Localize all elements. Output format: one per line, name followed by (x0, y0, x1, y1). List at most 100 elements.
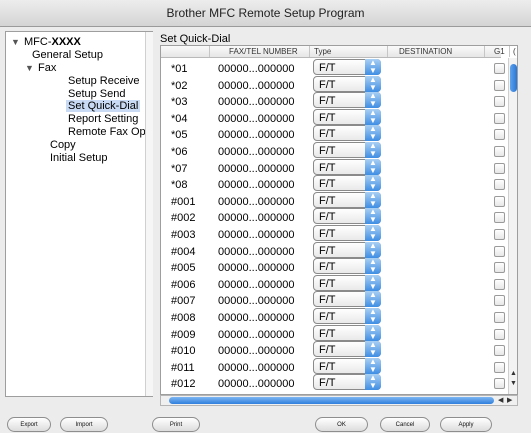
fax-number-cell[interactable]: 00000...000000 (218, 146, 294, 158)
fax-number-cell[interactable]: 00000...000000 (218, 212, 294, 224)
fax-number-cell[interactable]: 00000...000000 (218, 129, 294, 141)
tree-item-initial-setup[interactable]: Initial Setup (50, 152, 107, 164)
vertical-scrollbar[interactable]: ▲ ▼ (508, 58, 517, 394)
type-popup[interactable]: F/T ▲ ▼ (313, 191, 381, 208)
group1-checkbox[interactable] (494, 129, 505, 141)
type-popup[interactable]: F/T ▲ ▼ (313, 291, 381, 308)
scroll-down-arrow-icon[interactable]: ▼ (510, 380, 517, 387)
tree-item-set-quick-dial[interactable]: Set Quick-Dial (66, 100, 141, 112)
fax-number-cell[interactable]: 00000...000000 (218, 246, 294, 258)
group1-checkbox[interactable] (494, 229, 505, 240)
tree-item-fax[interactable]: Fax (38, 62, 56, 74)
column-header-g1[interactable]: G1 (494, 47, 505, 56)
fax-number-cell[interactable]: 00000...000000 (218, 113, 294, 125)
group1-checkbox[interactable] (494, 112, 505, 124)
fax-number-cell[interactable]: 00000...000000 (218, 229, 294, 241)
type-popup[interactable]: F/T ▲ ▼ (313, 374, 381, 391)
group1-checkbox[interactable] (494, 96, 505, 108)
group1-checkbox[interactable] (494, 245, 505, 257)
group1-checkbox[interactable] (494, 195, 505, 207)
type-popup[interactable]: F/T ▲ ▼ (313, 341, 381, 358)
fax-number-cell[interactable]: 00000...000000 (218, 295, 294, 307)
table-header: FAX/TEL NUMBER Type DESTINATION G1 ( (161, 46, 516, 58)
table-row: *04 00000...000000 F/T ▲ ▼ (161, 108, 506, 127)
column-header-type[interactable]: Type (314, 47, 331, 56)
scroll-right-arrow-icon[interactable]: ▶ (507, 396, 512, 404)
fax-number-cell[interactable]: 00000...000000 (218, 312, 294, 324)
group1-checkbox[interactable] (494, 262, 505, 274)
group1-checkbox[interactable] (494, 328, 505, 340)
type-popup[interactable]: F/T ▲ ▼ (313, 108, 381, 125)
type-popup[interactable]: F/T ▲ ▼ (313, 175, 381, 192)
type-popup[interactable]: F/T ▲ ▼ (313, 357, 381, 374)
scroll-thumb[interactable] (169, 397, 494, 404)
tree-item-setup-send[interactable]: Setup Send (68, 88, 126, 100)
fax-number-cell[interactable]: 00000...000000 (218, 262, 294, 274)
type-popup[interactable]: F/T ▲ ▼ (313, 75, 381, 92)
type-popup[interactable]: F/T ▲ ▼ (313, 308, 381, 324)
fax-number-cell[interactable]: 00000...000000 (218, 196, 294, 208)
group1-checkbox[interactable] (494, 378, 505, 390)
up-down-arrows-icon: ▲ ▼ (365, 175, 381, 192)
type-value: F/T (319, 78, 336, 91)
type-value: F/T (319, 111, 336, 124)
tree-item-general-setup[interactable]: General Setup (32, 49, 103, 61)
ok-button[interactable]: OK (315, 417, 368, 432)
type-popup[interactable]: F/T ▲ ▼ (313, 59, 381, 75)
type-value: F/T (319, 194, 336, 207)
tree-item-setup-receive[interactable]: Setup Receive (68, 75, 140, 87)
fax-number-cell[interactable]: 00000...000000 (218, 96, 294, 108)
disclosure-triangle-icon[interactable]: ▼ (11, 37, 20, 47)
column-header-number[interactable]: FAX/TEL NUMBER (229, 47, 298, 56)
import-button[interactable]: Import (60, 417, 108, 432)
type-popup[interactable]: F/T ▲ ▼ (313, 258, 381, 275)
export-button[interactable]: Export (7, 417, 51, 432)
group1-checkbox[interactable] (494, 79, 505, 91)
type-popup[interactable]: F/T ▲ ▼ (313, 142, 381, 158)
type-popup[interactable]: F/T ▲ ▼ (313, 158, 381, 175)
fax-number-cell[interactable]: 00000...000000 (218, 362, 294, 374)
scroll-left-arrow-icon[interactable]: ◀ (498, 396, 503, 404)
type-popup[interactable]: F/T ▲ ▼ (313, 208, 381, 225)
group1-checkbox[interactable] (494, 278, 505, 290)
type-popup[interactable]: F/T ▲ ▼ (313, 225, 381, 241)
group1-checkbox[interactable] (494, 63, 505, 74)
type-value: F/T (319, 145, 336, 157)
fax-number-cell[interactable]: 00000...000000 (218, 179, 294, 191)
type-popup[interactable]: F/T ▲ ▼ (313, 125, 381, 142)
tree-scrollbar[interactable] (145, 32, 153, 396)
group1-checkbox[interactable] (494, 361, 505, 373)
fax-number-cell[interactable]: 00000...000000 (218, 329, 294, 341)
tree-item-remote-fax-opt[interactable]: Remote Fax Opt (68, 126, 149, 138)
column-header-destination[interactable]: DESTINATION (399, 47, 452, 56)
group1-checkbox[interactable] (494, 146, 505, 157)
type-popup[interactable]: F/T ▲ ▼ (313, 92, 381, 109)
scroll-thumb[interactable] (510, 64, 517, 92)
group1-checkbox[interactable] (494, 345, 505, 357)
fax-number-cell[interactable]: 00000...000000 (218, 80, 294, 92)
cancel-button[interactable]: Cancel (380, 417, 430, 432)
group1-checkbox[interactable] (494, 295, 505, 307)
group1-checkbox[interactable] (494, 312, 505, 323)
group1-checkbox[interactable] (494, 179, 505, 191)
fax-number-cell[interactable]: 00000...000000 (218, 345, 294, 357)
scroll-up-arrow-icon[interactable]: ▲ (510, 370, 517, 377)
tree-item-mfc[interactable]: MFC-XXXX (24, 36, 81, 48)
print-button[interactable]: Print (152, 417, 200, 432)
group1-checkbox[interactable] (494, 162, 505, 174)
quick-dial-table: FAX/TEL NUMBER Type DESTINATION G1 ( *01… (160, 45, 518, 395)
fax-number-cell[interactable]: 00000...000000 (218, 378, 294, 390)
apply-button[interactable]: Apply (440, 417, 492, 432)
type-popup[interactable]: F/T ▲ ▼ (313, 274, 381, 291)
group1-checkbox[interactable] (494, 212, 505, 224)
fax-number-cell[interactable]: 00000...000000 (218, 163, 294, 175)
horizontal-scrollbar[interactable]: ◀ ▶ (160, 395, 518, 406)
entry-label: #012 (171, 378, 196, 391)
fax-number-cell[interactable]: 00000...000000 (218, 63, 294, 75)
tree-item-report-setting[interactable]: Report Setting (68, 113, 138, 125)
disclosure-triangle-icon[interactable]: ▼ (25, 63, 34, 73)
fax-number-cell[interactable]: 00000...000000 (218, 279, 294, 291)
type-popup[interactable]: F/T ▲ ▼ (313, 241, 381, 258)
tree-item-copy[interactable]: Copy (50, 139, 76, 151)
type-popup[interactable]: F/T ▲ ▼ (313, 324, 381, 341)
